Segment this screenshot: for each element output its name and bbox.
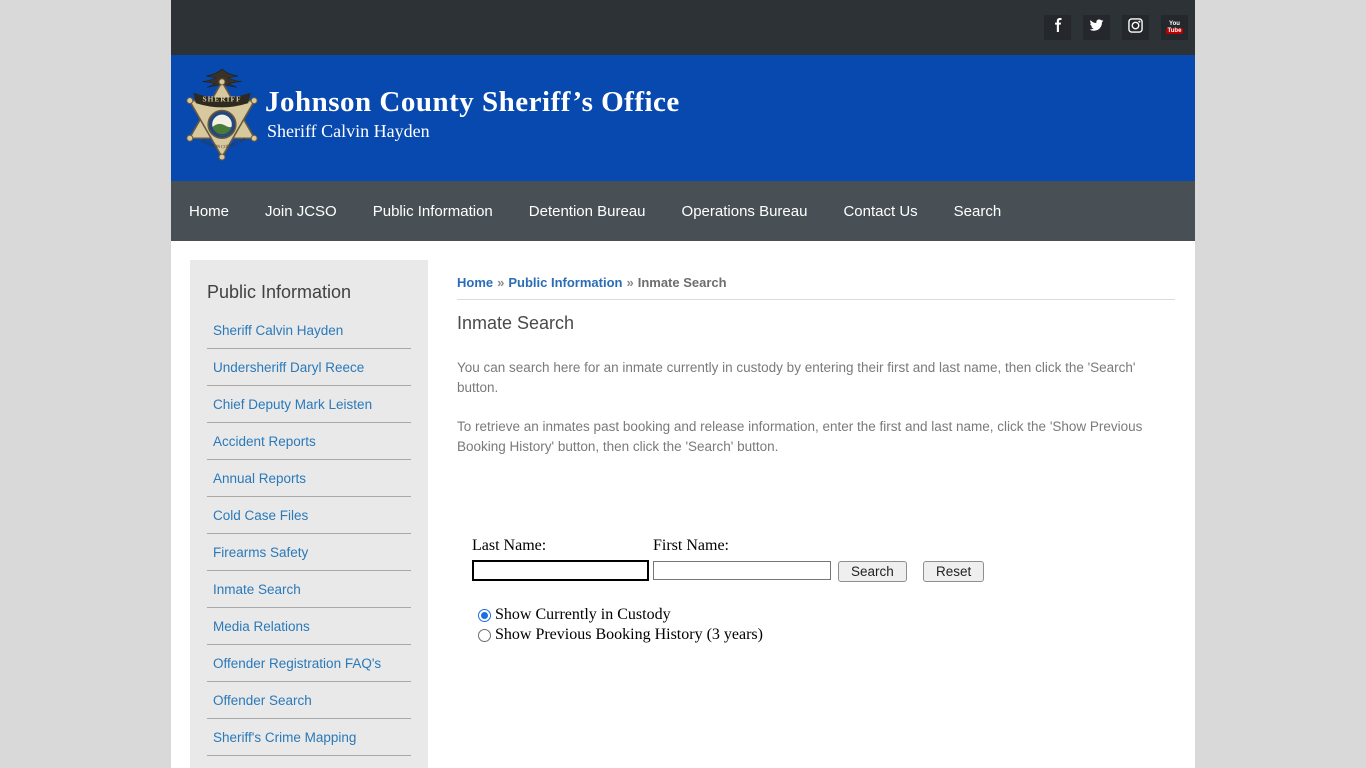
last-name-input[interactable] [472,560,649,581]
breadcrumb-separator: » [497,275,505,290]
breadcrumb-divider [457,299,1175,300]
instagram-icon [1128,17,1143,38]
sheriff-badge-icon: SHERIFF JOHNSON COUNTY, KANSAS [184,64,258,161]
sidebar-item-chief-deputy-mark-leisten[interactable]: Chief Deputy Mark Leisten [207,386,411,423]
site-logo[interactable]: SHERIFF JOHNSON COUNTY, KANSAS [184,64,259,168]
breadcrumb-current: Inmate Search [637,275,727,290]
nav-item-join-jcso[interactable]: Join JCSO [247,181,355,241]
sidebar-public-information: Public Information Sheriff Calvin Hayden… [190,260,428,768]
radio-row-previous-booking-history: Show Previous Booking History (3 years) [478,626,763,644]
content-area: Public Information Sheriff Calvin Hayden… [171,241,1195,768]
inmate-search-form: Last Name: First Name: Search Reset Show… [457,534,1175,664]
sidebar-item-cold-case-files[interactable]: Cold Case Files [207,497,411,534]
sidebar-item-accident-reports[interactable]: Accident Reports [207,423,411,460]
topbar: You Tube [171,0,1195,55]
radio-show-previous-booking-history[interactable] [478,628,491,642]
site-header: SHERIFF JOHNSON COUNTY, KANSAS Johnson C… [171,55,1195,181]
site-subtitle: Sheriff Calvin Hayden [267,121,430,141]
nav-item-detention-bureau[interactable]: Detention Bureau [511,181,664,241]
youtube-icon: You Tube [1165,21,1184,34]
instructions-paragraph: To retrieve an inmates past booking and … [457,419,1143,454]
nav-item-public-information[interactable]: Public Information [355,181,511,241]
first-name-input[interactable] [653,561,831,580]
last-name-label: Last Name: [472,537,547,554]
first-name-label: First Name: [653,537,729,554]
sidebar-item-annual-reports[interactable]: Annual Reports [207,460,411,497]
breadcrumb: Home» Public Information» Inmate Search [457,275,1175,290]
radio-row-currently-in-custody: Show Currently in Custody [478,606,671,624]
sidebar-item-firearms-safety[interactable]: Firearms Safety [207,534,411,571]
sidebar-item-inmate-search[interactable]: Inmate Search [207,571,411,608]
nav-item-home[interactable]: Home [171,181,247,241]
sidebar-item-offender-registration-faqs[interactable]: Offender Registration FAQ's [207,645,411,682]
sidebar-item-sheriffs-crime-mapping[interactable]: Sheriff's Crime Mapping [207,719,411,756]
main-content: Home» Public Information» Inmate Search In… [457,260,1175,768]
search-button[interactable]: Search [838,561,907,582]
facebook-button[interactable] [1044,15,1071,40]
nav-item-operations-bureau[interactable]: Operations Bureau [664,181,826,241]
page-container: You Tube SHERIFF JOHNSON COUNTY, KA John… [171,0,1195,768]
facebook-icon [1051,18,1065,37]
nav-item-contact-us[interactable]: Contact Us [825,181,935,241]
nav-item-search[interactable]: Search [936,181,1020,241]
site-title: Johnson County Sheriff’s Office [265,86,680,118]
page-title: Inmate Search [457,313,575,333]
sidebar-item-sheriffs-office-history[interactable]: Sheriff's Office History [207,756,411,768]
breadcrumb-public-information-link[interactable]: Public Information [508,275,622,290]
twitter-button[interactable] [1083,15,1110,40]
youtube-button[interactable]: You Tube [1161,15,1188,40]
sidebar-item-undersheriff-daryl-reece[interactable]: Undersheriff Daryl Reece [207,349,411,386]
main-nav: Home Join JCSO Public Information Detent… [171,181,1195,241]
radio-label-previous-booking-history: Show Previous Booking History (3 years) [495,626,763,643]
breadcrumb-home-link[interactable]: Home [457,275,493,290]
intro-paragraph: You can search here for an inmate curren… [457,360,1136,395]
breadcrumb-separator: » [626,275,634,290]
svg-text:SHERIFF: SHERIFF [202,95,241,104]
sidebar-item-offender-search[interactable]: Offender Search [207,682,411,719]
twitter-icon [1089,18,1104,37]
radio-label-currently-in-custody: Show Currently in Custody [495,606,671,623]
sidebar-item-media-relations[interactable]: Media Relations [207,608,411,645]
radio-show-currently-in-custody[interactable] [478,608,491,622]
instagram-button[interactable] [1122,15,1149,40]
sidebar-list: Sheriff Calvin Hayden Undersheriff Daryl… [207,312,411,768]
sidebar-heading: Public Information [207,282,352,302]
sidebar-item-sheriff-calvin-hayden[interactable]: Sheriff Calvin Hayden [207,312,411,349]
site-titles: Johnson County Sheriff’s Office Sheriff … [265,86,680,142]
reset-button[interactable]: Reset [923,561,985,582]
